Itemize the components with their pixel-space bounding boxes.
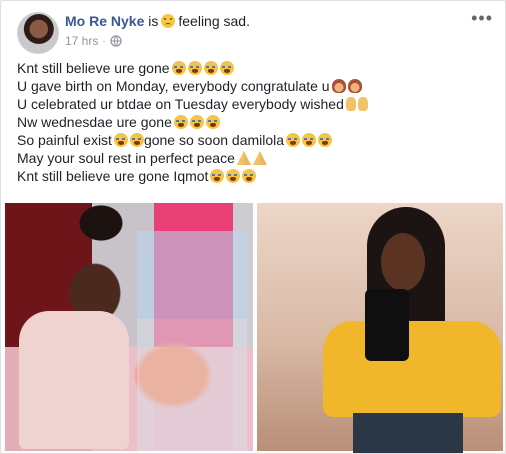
cry-emoji-icon [189,115,204,129]
timestamp[interactable]: 17 hrs [65,34,98,48]
globe-icon[interactable] [110,35,122,47]
yellow-top-shape [323,321,501,417]
phone-shape [365,289,409,361]
post-line: U celebrated ur btdae on Tuesday everybo… [17,95,497,113]
cry-emoji-icon [113,133,128,147]
feeling-text: feeling sad. [178,13,250,29]
photo-left[interactable] [5,203,253,451]
cry-emoji-icon [226,169,241,183]
post-card: Mo Re Nyke is feeling sad. 17 hrs · ••• K… [0,0,506,454]
cry-emoji-icon [219,61,234,75]
post-line-text: Nw wednesdae ure gone [17,114,172,130]
cry-emoji-icon [171,61,186,75]
post-text: Knt still believe ure gone U gave birth o… [17,59,497,185]
avatar[interactable] [17,12,59,54]
person-figure [19,311,129,449]
post-line-text: May your soul rest in perfect peace [17,150,235,166]
pray-emoji-icon [252,151,267,165]
more-options-icon[interactable]: ••• [471,9,493,27]
cry-emoji-icon [302,133,317,147]
post-header: Mo Re Nyke is feeling sad. 17 hrs · ••• [13,9,495,55]
cry-emoji-icon [286,133,301,147]
cry-emoji-icon [210,169,225,183]
cry-emoji-icon [242,169,257,183]
cry-emoji-icon [173,115,188,129]
is-text: is [148,13,159,29]
photo-grid [1,201,505,453]
cry-emoji-icon [203,61,218,75]
post-line-text: Knt still believe ure gone [17,60,170,76]
cry-emoji-icon [205,115,220,129]
post-line-text: Knt still believe ure gone Iqmot [17,168,209,184]
hand-emoji-icon [345,97,356,111]
author-line: Mo Re Nyke is feeling sad. [65,13,250,29]
cry-emoji-icon [129,133,144,147]
jeans-shape [353,413,463,453]
author-name[interactable]: Mo Re Nyke [65,13,144,29]
post-line-text: So painful exist [17,132,112,148]
meta-separator: · [102,35,106,47]
lady-emoji-icon [331,79,346,93]
post-line: Knt still believe ure gone Iqmot [17,167,497,185]
post-line: Knt still believe ure gone [17,59,497,77]
post-line-text: U celebrated ur btdae on Tuesday everybo… [17,96,344,112]
cry-emoji-icon [187,61,202,75]
lady-emoji-icon [347,79,362,93]
post-line: Nw wednesdae ure gone [17,113,497,131]
post-line-text: gone so soon damilola [143,132,285,148]
post-meta: 17 hrs · [65,34,122,48]
pray-emoji-icon [236,151,251,165]
post-line: U gave birth on Monday, everybody congra… [17,77,497,95]
photo-right[interactable] [257,203,503,453]
face-shape [381,233,425,291]
sad-face-icon [161,14,176,28]
post-line: So painful exist gone so soon damilola [17,131,497,149]
post-line-text: U gave birth on Monday, everybody congra… [17,78,330,94]
post-line: May your soul rest in perfect peace [17,149,497,167]
hand-emoji-icon [357,97,368,111]
blanket-area [137,231,247,451]
cry-emoji-icon [318,133,333,147]
